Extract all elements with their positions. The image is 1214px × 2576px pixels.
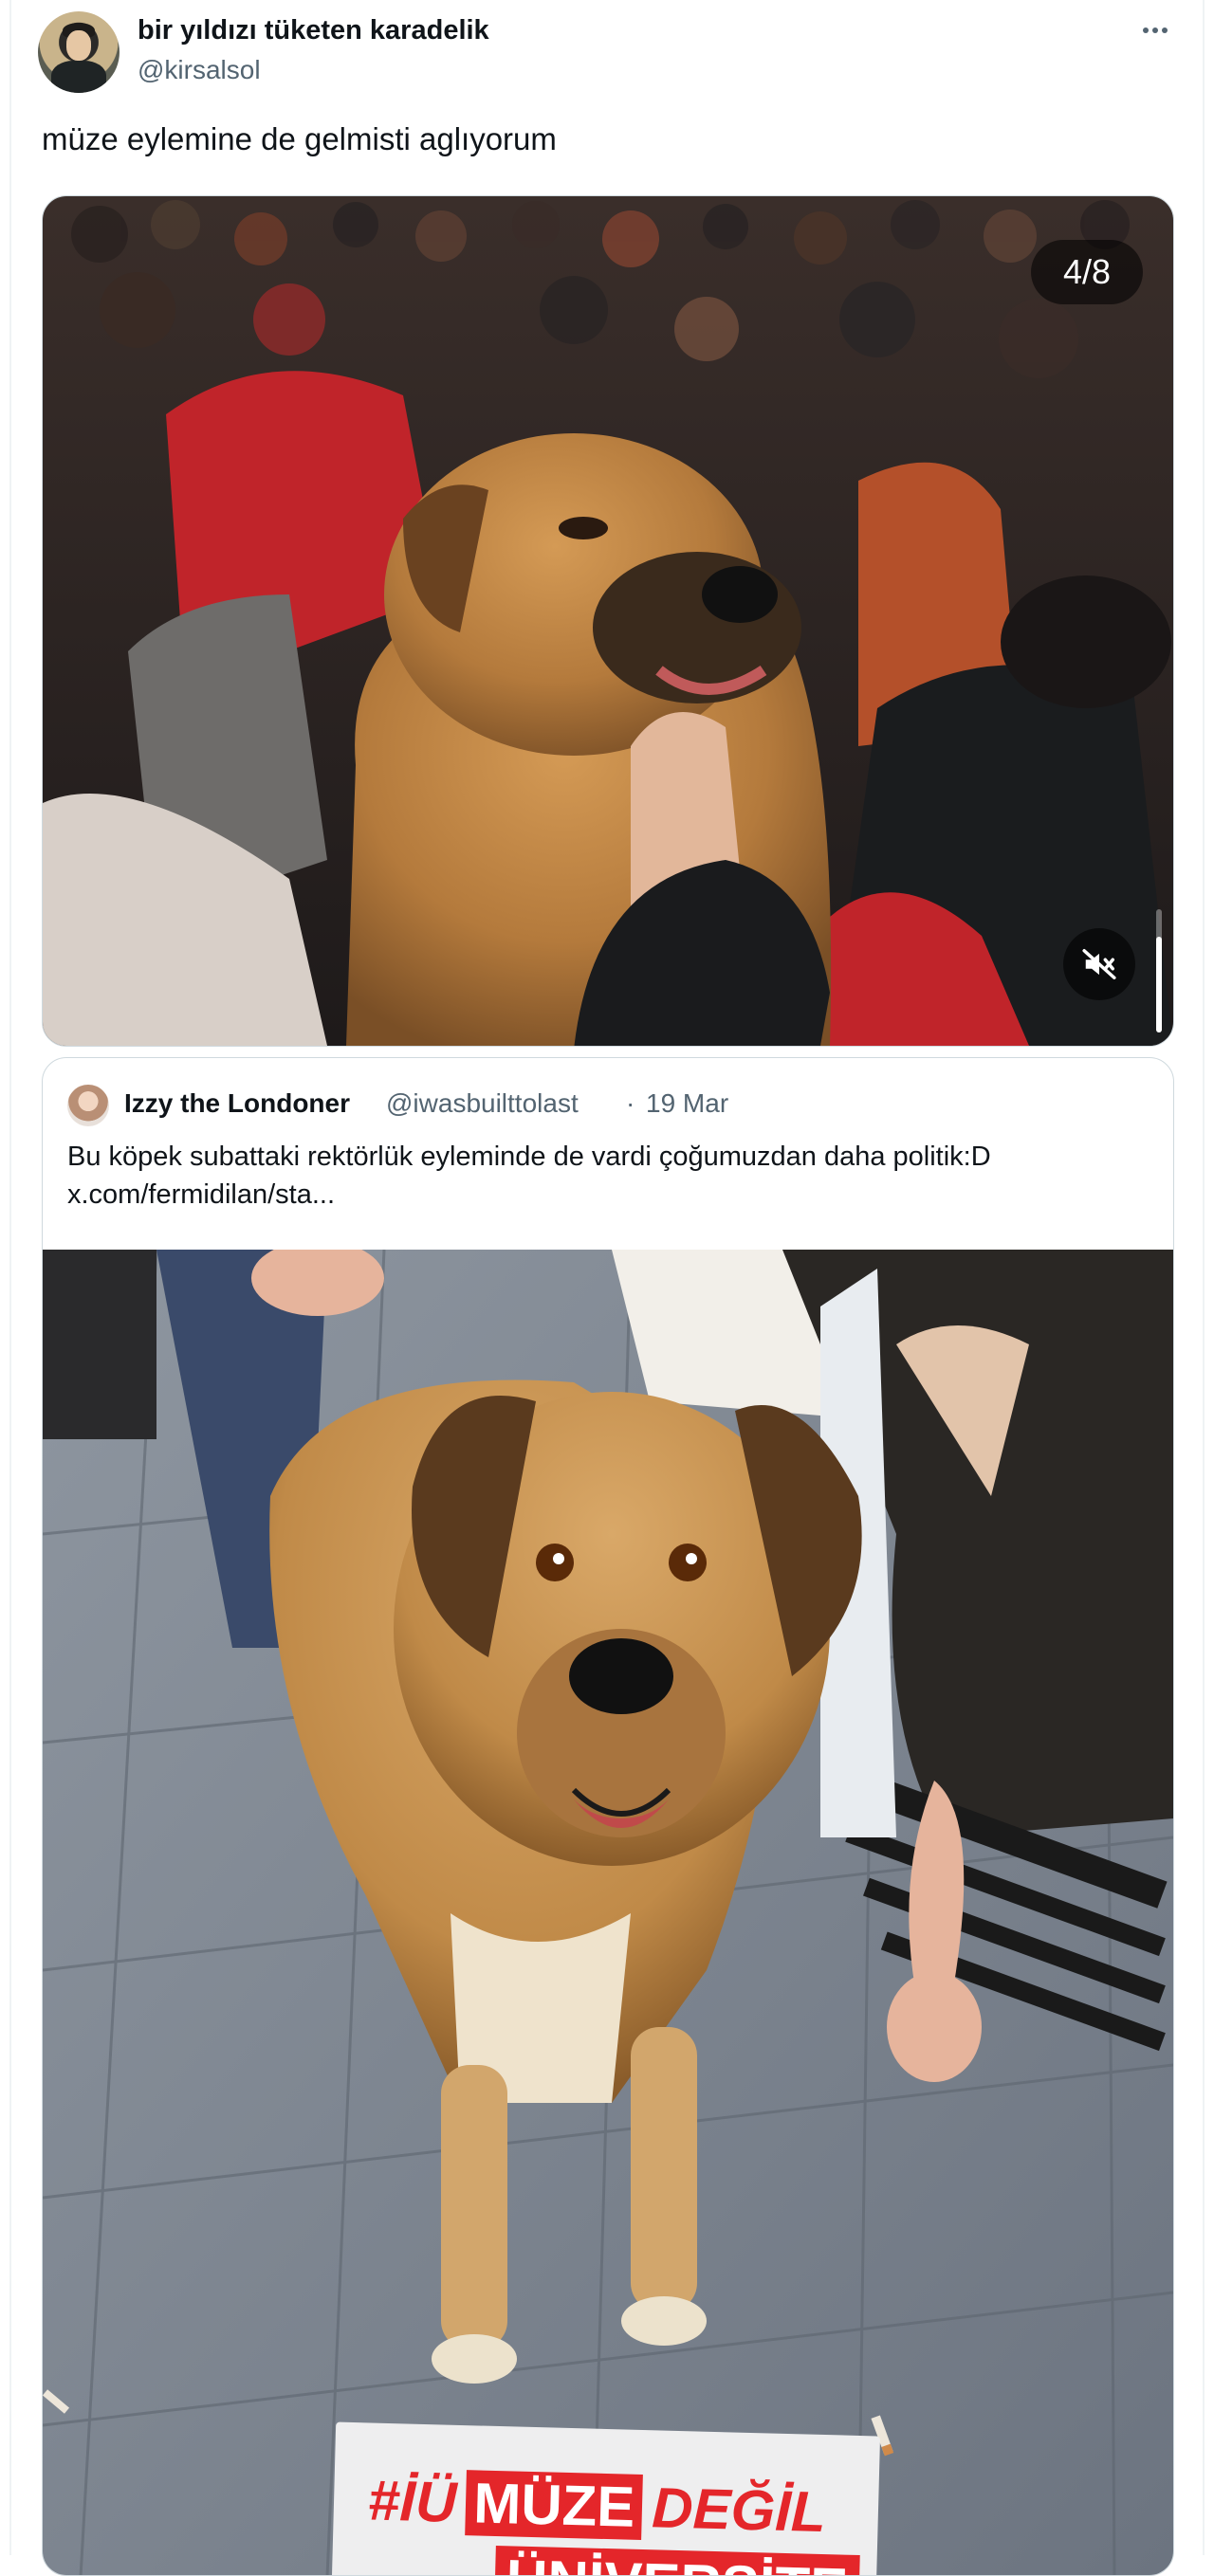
protest-sign-word-3: ÜNİVERSİTE [494, 2545, 860, 2575]
protest-sign-word-2: DEĞİL [651, 2475, 827, 2544]
quote-avatar[interactable] [67, 1085, 109, 1126]
quote-media[interactable]: #İÜ MÜZE DEĞİL ÜNİVERSİTE [43, 1250, 1173, 2575]
quoted-tweet[interactable]: Izzy the Londoner @iwasbuilttolast · 19 … [42, 1057, 1174, 2576]
video-progress-fill [1156, 936, 1162, 1032]
protest-sign: #İÜ MÜZE DEĞİL ÜNİVERSİTE [329, 2421, 881, 2575]
crowd-dog-photo [43, 196, 1173, 1046]
protest-sign-line-1: #İÜ MÜZE DEĞİL [367, 2466, 826, 2545]
more-horizontal-icon[interactable] [1134, 13, 1176, 47]
avatar[interactable] [38, 11, 120, 93]
quote-separator: · [626, 1088, 635, 1118]
volume-muted-icon[interactable] [1063, 928, 1135, 1000]
tweet-text: müze eylemine de gelmisti aglıyorum [42, 121, 557, 156]
avatar-suit [51, 61, 106, 93]
display-name[interactable]: bir yıldızı tüketen karadelik [138, 15, 489, 46]
dog-portrait-photo [43, 1250, 1173, 2575]
quote-date[interactable]: 19 Mar [646, 1088, 728, 1119]
page-border-left [9, 0, 11, 2555]
quote-display-name[interactable]: Izzy the Londoner [124, 1088, 350, 1119]
quote-text-line-1: Bu köpek subattaki rektörlük eyleminde d… [67, 1142, 991, 1172]
video-progress-bar[interactable] [1156, 909, 1162, 1032]
quote-link[interactable]: x.com/fermidilan/sta... [67, 1179, 335, 1211]
user-handle[interactable]: @kirsalsol [138, 55, 261, 85]
tweet-media[interactable]: 4/8 [42, 195, 1174, 1047]
protest-sign-hashtag: #İÜ [367, 2467, 458, 2534]
quote-handle[interactable]: @iwasbuilttolast [386, 1088, 579, 1119]
avatar-face [66, 30, 91, 61]
protest-sign-word-1: MÜZE [465, 2469, 644, 2540]
media-counter: 4/8 [1031, 240, 1143, 304]
page-border-right [1203, 0, 1205, 2555]
